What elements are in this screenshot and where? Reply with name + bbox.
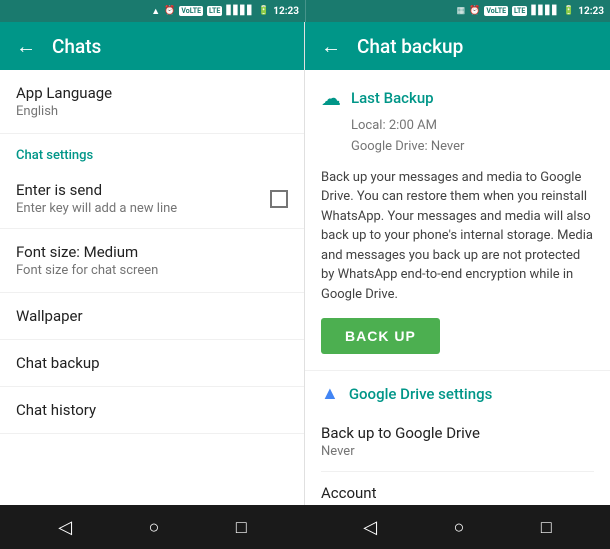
status-bar-right: ▦ ⏰ VoLTE LTE ▋▋▋▋ 🔋 12:23 [306, 6, 610, 17]
gdrive-item-frequency[interactable]: Back up to Google Drive Never [321, 412, 594, 472]
notification-icon: ▦ [457, 6, 466, 16]
lte-badge: LTE [207, 6, 222, 16]
backup-button[interactable]: BACK UP [321, 318, 440, 354]
enter-is-send-subtitle: Enter key will add a new line [16, 201, 177, 216]
time-right: 12:23 [578, 6, 604, 17]
wallpaper-title: Wallpaper [16, 307, 288, 325]
nav-bar-left: ◁ ○ □ [0, 505, 305, 549]
gdrive-account-title: Account [321, 484, 594, 502]
settings-item-chat-history[interactable]: Chat history [0, 387, 304, 434]
gdrive-icon: ▲ [321, 383, 339, 404]
main-content: ← Chats App Language English Chat settin… [0, 22, 610, 505]
alarm-icon: ⏰ [164, 6, 175, 16]
settings-item-enter-is-send[interactable]: Enter is send Enter key will add a new l… [0, 169, 304, 229]
gdrive-backup-time: Google Drive: Never [351, 137, 594, 158]
status-bar: ▲ ⏰ VoLTE LTE ▋▋▋▋ 🔋 12:23 ▦ ⏰ VoLTE LTE… [0, 0, 610, 22]
cloud-upload-icon: ☁ [321, 86, 341, 110]
backup-meta: Local: 2:00 AM Google Drive: Never [351, 116, 594, 158]
gdrive-item-account[interactable]: Account None selected [321, 472, 594, 505]
settings-item-app-language[interactable]: App Language English [0, 70, 304, 134]
left-panel-header: ← Chats [0, 22, 304, 70]
status-bar-left: ▲ ⏰ VoLTE LTE ▋▋▋▋ 🔋 12:23 [0, 6, 305, 17]
signal-icon-right: ▋▋▋▋ [531, 6, 559, 16]
local-backup-time: Local: 2:00 AM [351, 116, 594, 137]
lte-badge-right: LTE [512, 6, 527, 16]
gdrive-section-title: Google Drive settings [349, 385, 493, 403]
app-language-title: App Language [16, 84, 288, 102]
time-left: 12:23 [273, 6, 299, 17]
nav-back-left[interactable]: ◁ [58, 517, 72, 538]
sim-icon: ▲ [151, 6, 160, 17]
nav-home-right[interactable]: ○ [454, 517, 465, 538]
gdrive-frequency-title: Back up to Google Drive [321, 424, 594, 442]
settings-item-font-size[interactable]: Font size: Medium Font size for chat scr… [0, 229, 304, 293]
settings-list: App Language English Chat settings Enter… [0, 70, 304, 505]
left-panel-title: Chats [52, 35, 101, 58]
left-back-button[interactable]: ← [16, 34, 36, 59]
settings-item-chat-backup[interactable]: Chat backup [0, 340, 304, 387]
left-panel: ← Chats App Language English Chat settin… [0, 22, 305, 505]
signal-icon: ▋▋▋▋ [226, 6, 254, 16]
enter-is-send-checkbox[interactable] [270, 190, 288, 208]
nav-back-right[interactable]: ◁ [363, 517, 377, 538]
volte-badge-right: VoLTE [484, 6, 508, 16]
right-panel-header: ← Chat backup [305, 22, 610, 70]
nav-home-left[interactable]: ○ [149, 517, 160, 538]
chat-backup-title: Chat backup [16, 354, 288, 372]
enter-is-send-title: Enter is send [16, 181, 177, 199]
app-language-subtitle: English [16, 104, 288, 119]
enter-is-send-text: Enter is send Enter key will add a new l… [16, 181, 177, 216]
battery-icon: 🔋 [258, 6, 269, 16]
last-backup-section: ☁ Last Backup Local: 2:00 AM Google Driv… [305, 70, 610, 371]
battery-icon-right: 🔋 [563, 6, 574, 16]
font-size-title: Font size: Medium [16, 243, 288, 261]
right-panel-title: Chat backup [357, 35, 463, 58]
settings-item-wallpaper[interactable]: Wallpaper [0, 293, 304, 340]
gdrive-frequency-subtitle: Never [321, 444, 594, 459]
right-panel: ← Chat backup ☁ Last Backup Local: 2:00 … [305, 22, 610, 505]
gdrive-header: ▲ Google Drive settings [321, 383, 594, 404]
gdrive-settings-section: ▲ Google Drive settings Back up to Googl… [305, 371, 610, 505]
backup-description: Back up your messages and media to Googl… [321, 168, 594, 305]
font-size-subtitle: Font size for chat screen [16, 263, 288, 278]
nav-recent-right[interactable]: □ [541, 517, 552, 538]
right-back-button[interactable]: ← [321, 34, 341, 59]
nav-bar: ◁ ○ □ ◁ ○ □ [0, 505, 610, 549]
nav-bar-right: ◁ ○ □ [305, 505, 610, 549]
last-backup-title: Last Backup [351, 89, 434, 107]
last-backup-header: ☁ Last Backup [321, 86, 594, 110]
right-content: ☁ Last Backup Local: 2:00 AM Google Driv… [305, 70, 610, 505]
volte-badge: VoLTE [179, 6, 203, 16]
chat-history-title: Chat history [16, 401, 288, 419]
alarm-icon-right: ⏰ [469, 6, 480, 16]
nav-recent-left[interactable]: □ [236, 517, 247, 538]
chat-settings-section-label: Chat settings [0, 134, 304, 169]
